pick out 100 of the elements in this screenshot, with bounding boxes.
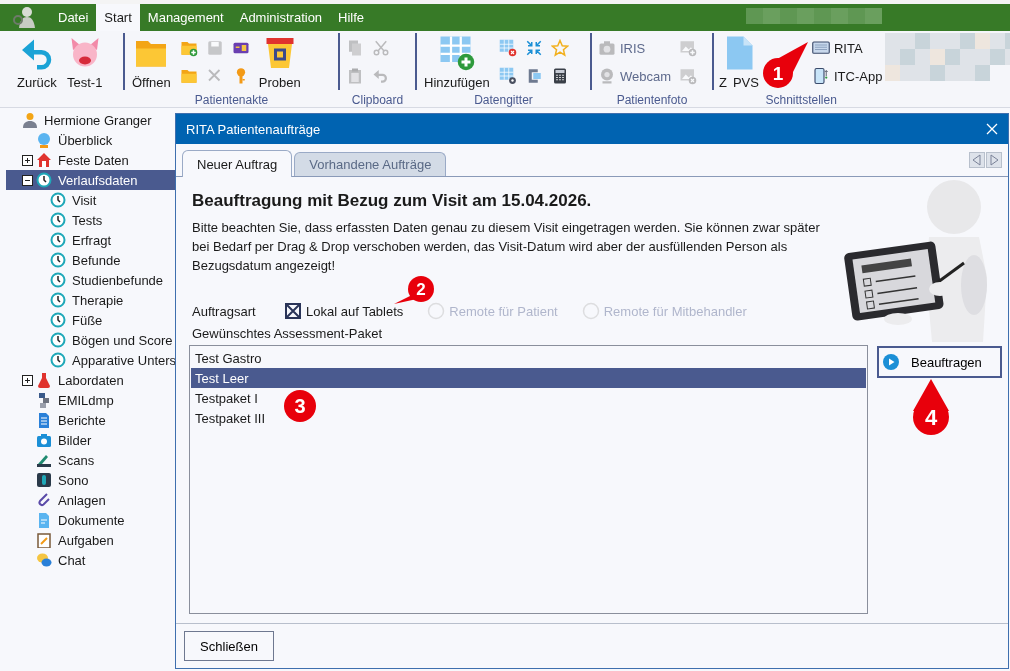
list-item[interactable]: Testpaket III [191,408,270,428]
tree-item[interactable]: Überblick [56,132,115,148]
expand-icon[interactable] [22,374,33,386]
tree-item[interactable]: Therapie [70,292,126,308]
tree-item[interactable]: Scans [56,452,97,468]
clock-icon [50,292,66,308]
ribbon-button[interactable]: RITA [809,37,885,59]
webcam-icon [598,67,616,85]
clock-icon [50,312,66,328]
list-item[interactable]: Test Gastro [191,348,266,368]
scroll-left-icon[interactable] [969,152,985,168]
menu-tab[interactable]: Datei [50,4,97,31]
list-item[interactable]: Test Leer [191,368,866,388]
menu-tab[interactable]: Hilfe [330,4,373,31]
tree-item[interactable]: Hermione Granger [42,112,154,128]
ribbon-button[interactable]: Z PVS [716,33,762,92]
close-button[interactable]: Schließen [184,631,274,661]
document-icon [36,512,52,528]
chat-icon [36,552,52,568]
tree-item[interactable]: Berichte [56,412,108,428]
submit-button[interactable]: Beauftragen [877,346,1002,378]
tree-item[interactable]: Füße [70,312,105,328]
checkbox-icon [284,302,302,320]
group-label: Patientenakte [194,93,269,107]
tree-item[interactable]: Labordaten [56,372,126,388]
clock-icon [50,352,66,368]
clock-icon [50,212,66,228]
save-icon [205,39,224,57]
menu-tab[interactable]: Start [96,4,140,31]
cut-icon [372,39,390,57]
clock-icon [36,172,52,188]
globe-icon [36,132,52,148]
tree-item[interactable]: Apparative Unters [70,352,175,368]
house-icon [36,152,52,168]
group-label: Patientenfoto [616,93,688,107]
document-icon [36,412,52,428]
star-icon [550,39,569,57]
table-add-icon [438,35,475,71]
field-label: Auftragsart [192,303,257,319]
person-icon [22,112,38,128]
tree-item[interactable]: Erfragt [70,232,113,248]
ribbon-button[interactable]: Öffnen [129,33,174,92]
camera-icon [36,432,52,448]
close-icon[interactable] [986,123,998,135]
scanner-icon [36,452,52,468]
tree-item[interactable]: Bilder [56,432,94,448]
tree-item[interactable]: Aufgaben [56,532,116,548]
image-remove-icon [679,67,698,85]
menu-tab[interactable]: Management [139,4,232,31]
ribbon-button[interactable]: Test-1 [63,33,106,92]
ribbon-button[interactable]: ITC-App [809,65,885,87]
menu-tab[interactable]: Administration [231,4,331,31]
dialog-heading: Beauftragung mit Bezug zum Visit am 15.04.2026. [192,191,593,211]
tablet-icon [811,67,830,85]
callout-marker: 3 [283,389,317,423]
ribbon-button[interactable]: Zurück [14,33,60,92]
tree-item[interactable]: Chat [56,552,88,568]
tree-item[interactable]: Visit [70,192,99,208]
tab[interactable]: Vorhandene Aufträge [294,152,447,176]
tab[interactable]: Neuer Auftrag [182,150,293,177]
paste-icon [346,67,364,85]
clock-icon [50,272,66,288]
group-label: Datengitter [474,93,533,107]
checkbox-option[interactable]: Lokal auf Tablets [284,302,404,320]
tree-item[interactable]: Feste Daten [56,152,131,168]
ribbon-button[interactable]: Proben [255,33,304,92]
play-icon [883,354,899,370]
folder-icon [179,67,198,85]
clock-icon [50,192,66,208]
camera-icon [598,39,616,57]
list-item[interactable]: Testpaket I [191,388,262,408]
undo-icon [372,67,390,85]
tree-item[interactable]: Tests [70,212,105,228]
clock-icon [50,332,66,348]
table-remove-icon [498,39,517,57]
monitor-icon [811,39,830,57]
folder-add-icon [179,39,198,57]
flask-icon [36,372,52,388]
ribbon-button[interactable]: Hinzufügen [421,33,493,92]
tree-item[interactable]: Sono [56,472,91,488]
clipboard-icon [36,532,52,548]
tree-item[interactable]: Bögen und Score [70,332,175,348]
collapse-icon[interactable] [22,174,33,186]
blocks-icon [36,392,52,408]
scroll-right-icon[interactable] [986,152,1002,168]
paperclip-icon [36,492,52,508]
tree-item[interactable]: Anlagen [56,492,108,508]
collapse-arrows-icon [524,39,543,57]
clock-icon [50,232,66,248]
tree-item[interactable]: Studienbefunde [70,272,166,288]
radio-icon [427,302,446,320]
tree-item[interactable]: EMILdmp [56,392,116,408]
table-settings-icon [498,67,517,85]
tree-item[interactable]: Dokumente [56,512,127,528]
tree-item[interactable]: Befunde [70,252,123,268]
group-label: Schnittstellen [765,93,837,107]
expand-icon[interactable] [22,154,33,166]
image-add-icon [679,39,698,57]
field-label: Gewünschtes Assessment-Paket [192,326,384,341]
notice-text: Bitte beachten Sie, dass erfassten Daten genau zu diesem Visit eingetragen werden. Sie können zwar später bei Bedarf per Drag & Drop verschoben werden, das Visit-Datum wird aber der ausfüllenden Person als Bezugsdatum angezeigt! [192,219,821,275]
